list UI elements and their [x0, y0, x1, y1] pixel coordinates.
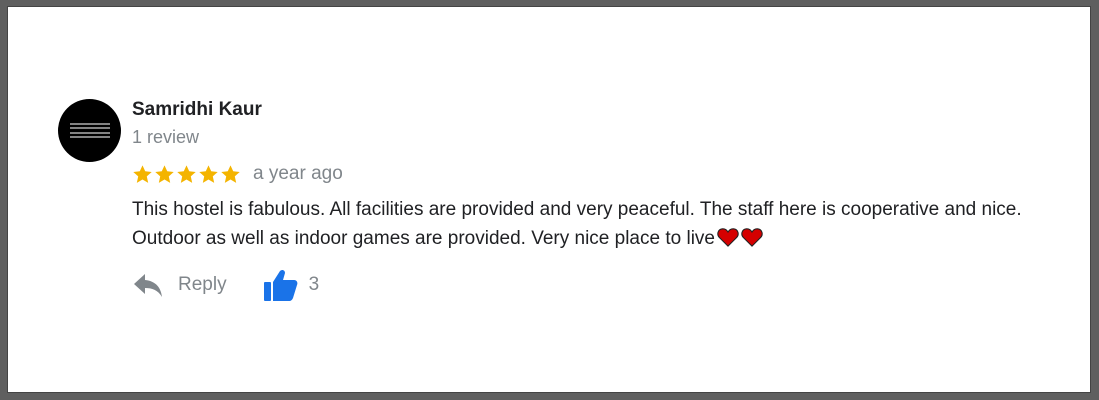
star-icon [199, 164, 218, 183]
star-icon [155, 164, 174, 183]
avatar[interactable] [58, 99, 121, 162]
rating-row: a year ago [132, 163, 343, 185]
review-text: This hostel is fabulous. All facilities … [132, 195, 1057, 253]
author-review-count[interactable]: 1 review [132, 127, 199, 148]
reply-arrow-icon [134, 274, 162, 297]
star-icon [221, 164, 240, 183]
reply-label: Reply [178, 274, 227, 295]
author-name[interactable]: Samridhi Kaur [132, 99, 262, 121]
review-date: a year ago [253, 163, 343, 184]
red-heart-icon [741, 228, 763, 247]
reply-button[interactable]: Reply [132, 271, 227, 299]
like-count: 3 [308, 274, 320, 295]
like-button[interactable]: 3 [263, 268, 320, 302]
review-text-content: This hostel is fabulous. All facilities … [132, 199, 1022, 249]
red-heart-icon [717, 228, 739, 247]
star-icon [177, 164, 196, 183]
star-icon [133, 164, 152, 183]
review-actions: Reply 3 [132, 268, 319, 302]
thumbs-up-icon [263, 269, 297, 301]
avatar-logo-icon [69, 122, 110, 139]
review-card: Samridhi Kaur 1 review a year ago This h… [7, 6, 1091, 393]
star-rating [132, 164, 241, 185]
